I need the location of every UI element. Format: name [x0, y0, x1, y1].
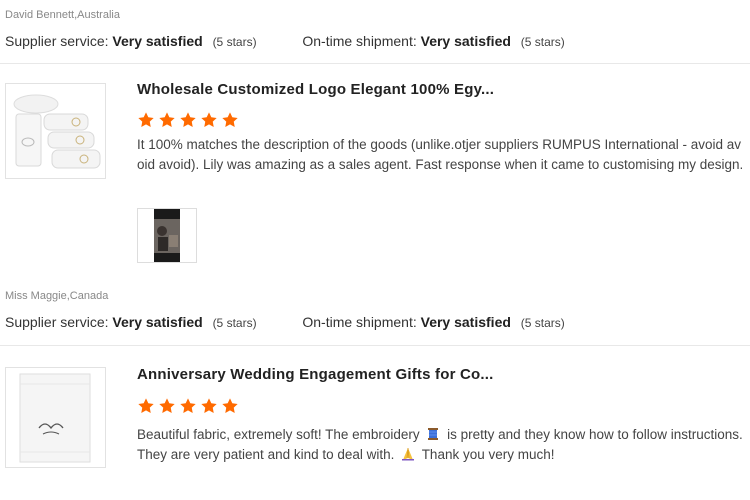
- star-icon: [201, 112, 217, 127]
- star-icon: [180, 398, 196, 413]
- ratings-summary: Supplier service: Very satisfied (5 star…: [5, 33, 565, 49]
- product-image[interactable]: [5, 367, 106, 468]
- shipment-stars: (5 stars): [520, 35, 565, 49]
- folded-white-towels-thumbnail: [6, 84, 105, 178]
- product-title[interactable]: Anniversary Wedding Engagement Gifts for…: [137, 366, 493, 383]
- shipment-value: Very satisfied: [420, 314, 511, 330]
- supplier-service-value: Very satisfied: [112, 33, 203, 49]
- spool-of-thread-icon: [428, 428, 439, 440]
- review-text-part: Beautiful fabric, extremely soft! The em…: [137, 427, 420, 442]
- product-image[interactable]: [5, 83, 106, 179]
- star-icon: [180, 112, 196, 127]
- embroidered-towel-thumbnail: [6, 368, 105, 467]
- folded-hands-icon: [402, 447, 415, 461]
- divider: [0, 345, 750, 346]
- star-rating: [137, 397, 239, 415]
- review-text-part: Thank you very much!: [421, 447, 555, 462]
- review-text: It 100% matches the description of the g…: [137, 137, 744, 172]
- review-text: Beautiful fabric, extremely soft! The em…: [137, 425, 745, 465]
- reviewer-name: Miss Maggie,Canada: [5, 290, 109, 302]
- review-video-thumbnail[interactable]: [137, 208, 197, 263]
- star-icon: [138, 398, 154, 413]
- reviewer-name: David Bennett,Australia: [5, 9, 120, 21]
- star-rating: [137, 111, 239, 129]
- star-icon: [222, 398, 238, 413]
- ratings-summary: Supplier service: Very satisfied (5 star…: [5, 314, 565, 330]
- supplier-service-label: Supplier service:: [5, 314, 109, 330]
- shipment-label: On-time shipment:: [302, 314, 417, 330]
- star-icon: [222, 112, 238, 127]
- star-icon: [201, 398, 217, 413]
- shipment-label: On-time shipment:: [302, 33, 417, 49]
- shipment-value: Very satisfied: [420, 33, 511, 49]
- shipment-stars: (5 stars): [520, 316, 565, 330]
- supplier-service-stars: (5 stars): [212, 35, 257, 49]
- supplier-service-value: Very satisfied: [112, 314, 203, 330]
- star-icon: [138, 112, 154, 127]
- divider: [0, 63, 750, 64]
- supplier-service-label: Supplier service:: [5, 33, 109, 49]
- star-icon: [159, 398, 175, 413]
- star-icon: [159, 112, 175, 127]
- product-title[interactable]: Wholesale Customized Logo Elegant 100% E…: [137, 81, 494, 98]
- supplier-service-stars: (5 stars): [212, 316, 257, 330]
